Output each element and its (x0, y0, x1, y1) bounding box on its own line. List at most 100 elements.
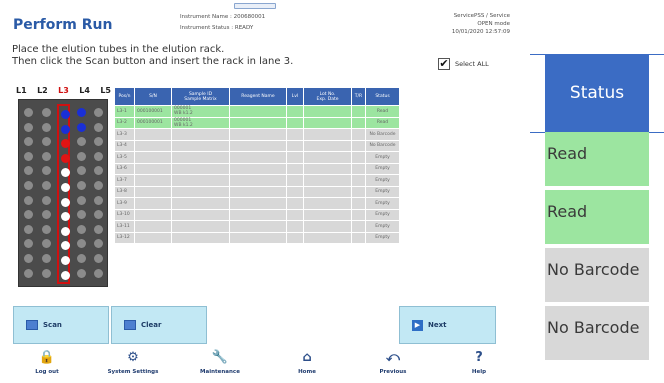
cell-pos: L3-6 (114, 162, 135, 175)
cell-reagent (229, 220, 287, 233)
tube-position (94, 108, 103, 117)
cell-status: Read (365, 116, 400, 129)
logout-button[interactable]: 🔒 Log out (12, 350, 82, 375)
col-reagent: Reagent Name (229, 87, 287, 106)
cell-tr (351, 185, 366, 198)
cell-tr (351, 139, 366, 152)
cell-lvl (286, 174, 304, 187)
tube-position (24, 151, 33, 161)
home-button[interactable]: ⌂ Home (272, 350, 342, 375)
system-settings-button[interactable]: ⚙ System Settings (98, 350, 168, 375)
user-name: ServicePSS / Service (453, 13, 510, 19)
scan-button[interactable]: Scan (13, 306, 109, 344)
cell-sn: 000100001 (134, 105, 172, 118)
rack-lane-4[interactable] (75, 104, 88, 284)
tube-position (77, 166, 86, 176)
cell-reagent (229, 128, 287, 141)
cell-lvl (286, 151, 304, 164)
table-row[interactable]: L3-9 Empty (114, 197, 400, 210)
rack-lane-3[interactable] (57, 104, 70, 284)
cell-reagent (229, 116, 287, 129)
tube-position (77, 151, 86, 161)
cell-tr (351, 174, 366, 187)
cell-lot (303, 128, 352, 141)
table-row[interactable]: L3-1 000100001 000001 WB k1.2 Read (114, 105, 400, 118)
cell-pos: L3-10 (114, 208, 135, 221)
zoom-guide-line (530, 132, 546, 133)
table-row[interactable]: L3-5 Empty (114, 151, 400, 164)
cell-lot (303, 185, 352, 198)
tube-position (77, 224, 86, 234)
clear-icon (124, 320, 136, 330)
cell-lvl (286, 139, 304, 152)
table-row[interactable]: L3-4 No Barcode (114, 139, 400, 152)
tube-position (24, 108, 33, 117)
cell-pos: L3-2 (114, 116, 135, 129)
rack-lane-5[interactable] (92, 104, 105, 284)
cell-lvl (286, 220, 304, 233)
table-row[interactable]: L3-8 Empty (114, 185, 400, 198)
table-row[interactable]: L3-11 Empty (114, 220, 400, 233)
next-label: Next (428, 321, 447, 329)
cell-lot (303, 105, 352, 118)
tube-position (94, 137, 103, 147)
cell-tr (351, 220, 366, 233)
table-row[interactable]: L3-10 Empty (114, 208, 400, 221)
col-lvl: Lvl (286, 87, 304, 106)
previous-button[interactable]: ⤺ Previous (358, 350, 428, 375)
cell-status: No Barcode (365, 128, 400, 141)
clear-button[interactable]: Clear (111, 306, 207, 344)
zoom-guide-line (530, 54, 546, 55)
table-row[interactable]: L3-6 Empty (114, 162, 400, 175)
cell-status: Empty (365, 174, 400, 187)
gear-icon: ⚙ (127, 350, 139, 365)
cell-lot (303, 197, 352, 210)
zoom-status-header: Status (545, 54, 649, 132)
tube-position (42, 166, 51, 176)
rack-lane-2[interactable] (40, 104, 53, 284)
next-button[interactable]: ▶ Next (399, 306, 496, 344)
tube-position (42, 137, 51, 147)
tube-position (94, 224, 103, 234)
col-sample: Sample ID Sample Matrix (171, 87, 230, 106)
tube-position (61, 212, 70, 222)
select-all-checkbox[interactable]: ✔ (438, 58, 450, 70)
cell-tr (351, 208, 366, 221)
cell-sn (134, 185, 172, 198)
tube-position (61, 110, 70, 119)
cell-sn (134, 151, 172, 164)
instructions: Place the elution tubes in the elution r… (12, 44, 293, 68)
rack-lane-1[interactable] (22, 104, 35, 284)
table-row[interactable]: L3-12 Empty (114, 231, 400, 244)
tube-position (61, 139, 70, 149)
tube-position (77, 122, 86, 132)
cell-reagent (229, 185, 287, 198)
cell-sample: 000001 WB k1.2 (171, 105, 230, 118)
table-row[interactable]: L3-2 000100001 000001 WB k1.2 Read (114, 116, 400, 129)
col-tr: T/R (351, 87, 366, 106)
tube-position (61, 197, 70, 207)
cell-lot (303, 162, 352, 175)
user-info: ServicePSS / Service OPEN mode 10/01/202… (400, 12, 510, 36)
instrument-tab[interactable] (234, 3, 276, 9)
table-row[interactable]: L3-3 No Barcode (114, 128, 400, 141)
col-lot: Lot No. Exp. Date (303, 87, 352, 106)
cell-pos: L3-8 (114, 185, 135, 198)
table-row[interactable]: L3-7 Empty (114, 174, 400, 187)
maintenance-button[interactable]: 🔧 Maintenance (185, 350, 255, 375)
help-button[interactable]: ? Help (444, 350, 514, 375)
cell-sn (134, 128, 172, 141)
zoom-guide-line (648, 54, 664, 55)
tube-position (61, 270, 70, 280)
next-icon: ▶ (412, 319, 423, 331)
tube-position (24, 268, 33, 278)
tube-position (61, 153, 70, 163)
cell-sn (134, 220, 172, 233)
tube-position (42, 268, 51, 278)
tube-position (42, 210, 51, 220)
cell-sn (134, 197, 172, 210)
tube-position (61, 226, 70, 236)
tube-position (42, 108, 51, 117)
select-all-control[interactable]: ✔ Select ALL (438, 58, 489, 70)
cell-sample (171, 185, 230, 198)
